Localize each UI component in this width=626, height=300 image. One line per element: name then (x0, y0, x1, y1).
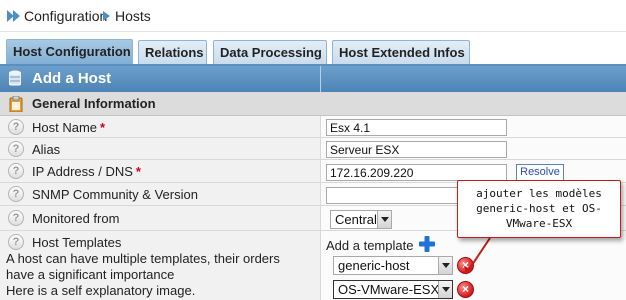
help-icon[interactable]: ? (8, 141, 24, 157)
template-value-2: OS-VMware-ESX (338, 282, 440, 297)
alias-input[interactable] (326, 141, 507, 158)
monitored-from-select[interactable]: Central (330, 210, 392, 229)
help-icon[interactable]: ? (8, 234, 24, 250)
templates-help-line-1: A host can have multiple templates, thei… (6, 251, 280, 266)
form-row-alias (0, 138, 626, 160)
tab-host-configuration[interactable]: Host Configuration (6, 39, 133, 65)
breadcrumb: Configuration Hosts (0, 0, 626, 32)
help-icon[interactable]: ? (8, 163, 24, 179)
required-marker: * (135, 164, 141, 179)
section-title: Add a Host (32, 70, 112, 87)
template-value-1: generic-host (338, 258, 410, 273)
chevron-down-icon (438, 257, 452, 274)
help-icon[interactable]: ? (8, 186, 24, 202)
callout-line-2: generic-host et OS- (476, 202, 602, 215)
chevron-down-icon (377, 211, 391, 228)
delete-template-icon[interactable]: × (457, 281, 474, 298)
resolve-button[interactable]: Resolve (516, 164, 564, 181)
template-select-2[interactable]: OS-VMware-ESX (333, 280, 453, 299)
subsection-title: General Information (32, 96, 156, 111)
tab-data-processing[interactable]: Data Processing (213, 40, 327, 64)
template-select-1[interactable]: generic-host (333, 256, 453, 275)
ip-address-input[interactable] (326, 164, 507, 181)
breadcrumb-configuration-link[interactable]: Configuration (24, 8, 107, 24)
delete-template-icon[interactable]: × (457, 257, 474, 274)
host-name-label: Host Name * (32, 120, 106, 135)
snmp-label: SNMP Community & Version (32, 187, 198, 202)
templates-help-line-3: Here is a self explanatory image. (6, 283, 196, 298)
callout-note: ajouter les modèles generic-host et OS- … (457, 180, 621, 238)
add-template-label: Add a template (326, 238, 414, 253)
callout-line-3: VMware-ESX (505, 217, 573, 230)
ip-address-label: IP Address / DNS * (32, 164, 141, 179)
add-template-icon[interactable] (418, 235, 436, 253)
chevron-down-icon (438, 281, 452, 298)
alias-label: Alias (32, 142, 61, 157)
breadcrumb-hosts-link[interactable]: Hosts (115, 8, 151, 24)
database-icon (9, 70, 21, 86)
breadcrumb-separator-icon (103, 11, 110, 21)
double-arrow-icon (7, 10, 20, 22)
help-icon[interactable]: ? (8, 119, 24, 135)
clipboard-icon (9, 96, 23, 112)
tab-relations[interactable]: Relations (138, 40, 207, 64)
required-marker: * (100, 120, 106, 135)
host-name-input[interactable] (326, 119, 507, 136)
templates-help-line-2: have a significant importance (6, 267, 175, 282)
help-icon[interactable]: ? (8, 210, 24, 226)
tab-host-extended-infos[interactable]: Host Extended Infos (332, 40, 470, 64)
callout-line-1: ajouter les modèles (476, 187, 602, 200)
monitored-from-label: Monitored from (32, 211, 120, 226)
monitored-from-value: Central (335, 212, 377, 227)
host-templates-label: Host Templates (32, 235, 122, 250)
